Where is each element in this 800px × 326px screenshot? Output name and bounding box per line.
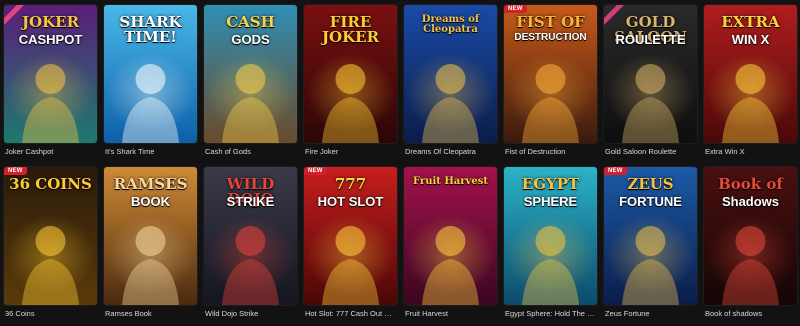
character-figure [435, 226, 466, 256]
character-figure [235, 64, 266, 94]
game-tile[interactable]: Fruit Harvest Fruit Harvest [404, 167, 497, 326]
new-badge: NEW [304, 167, 327, 175]
game-artwork [104, 5, 197, 143]
game-artwork [304, 167, 397, 305]
game-thumbnail[interactable]: Fruit Harvest [404, 167, 497, 305]
character-figure [635, 226, 666, 256]
game-tile[interactable]: SHARK TIME! It's Shark Time [104, 5, 197, 164]
character-figure [335, 226, 366, 256]
game-tile[interactable]: WILD DOJO STRIKE Wild Dojo Strike [204, 167, 297, 326]
game-artwork [304, 5, 397, 143]
game-thumbnail[interactable]: GOLD SALOON ROULETTE [604, 5, 697, 143]
character-figure [735, 64, 766, 94]
game-artwork [404, 5, 497, 143]
game-title[interactable]: 36 Coins [5, 309, 97, 319]
character-figure [135, 226, 166, 256]
game-title[interactable]: Extra Win X [705, 147, 797, 157]
game-tile[interactable]: FIST OF DESTRUCTION NEW Fist of Destruction [504, 5, 597, 164]
character-figure [535, 226, 566, 256]
game-tile[interactable]: CASH GODS Cash of Gods [204, 5, 297, 164]
character-figure [35, 64, 66, 94]
character-figure [735, 226, 766, 256]
game-title[interactable]: Egypt Sphere: Hold The Spin [505, 309, 597, 319]
game-title[interactable]: Hot Slot: 777 Cash Out Grand Spin [305, 309, 397, 319]
game-thumbnail[interactable]: JOKER CASHPOT [4, 5, 97, 143]
game-thumbnail[interactable]: 777 HOT SLOT NEW [304, 167, 397, 305]
character-figure [635, 64, 666, 94]
game-title[interactable]: Book of shadows [705, 309, 797, 319]
game-tile[interactable]: RAMSES BOOK Ramses Book [104, 167, 197, 326]
game-tile[interactable]: GOLD SALOON ROULETTE Gold Saloon Roulette [604, 5, 697, 164]
new-badge: NEW [4, 167, 27, 175]
game-thumbnail[interactable]: FIRE JOKER [304, 5, 397, 143]
game-tile[interactable]: EXTRA WIN X Extra Win X [704, 5, 797, 164]
game-thumbnail[interactable]: WILD DOJO STRIKE [204, 167, 297, 305]
game-title[interactable]: Fire Joker [305, 147, 397, 157]
game-artwork [404, 167, 497, 305]
game-artwork [4, 5, 97, 143]
game-thumbnail[interactable]: EXTRA WIN X [704, 5, 797, 143]
game-thumbnail[interactable]: CASH GODS [204, 5, 297, 143]
game-artwork [604, 5, 697, 143]
game-title[interactable]: Zeus Fortune [605, 309, 697, 319]
character-figure [335, 64, 366, 94]
game-title[interactable]: Fist of Destruction [505, 147, 597, 157]
game-title[interactable]: Dreams Of Cleopatra [405, 147, 497, 157]
game-title[interactable]: Fruit Harvest [405, 309, 497, 319]
game-artwork [104, 167, 197, 305]
game-thumbnail[interactable]: EGYPT SPHERE [504, 167, 597, 305]
game-artwork [604, 167, 697, 305]
game-artwork [204, 5, 297, 143]
game-title[interactable]: Gold Saloon Roulette [605, 147, 697, 157]
game-thumbnail[interactable]: ZEUS FORTUNE NEW [604, 167, 697, 305]
game-tile[interactable]: Dreams of Cleopatra Dreams Of Cleopatra [404, 5, 497, 164]
character-figure [235, 226, 266, 256]
game-thumbnail[interactable]: 36 COINS NEW [4, 167, 97, 305]
game-tile[interactable]: 36 COINS NEW 36 Coins [4, 167, 97, 326]
game-thumbnail[interactable]: FIST OF DESTRUCTION NEW [504, 5, 597, 143]
character-figure [35, 226, 66, 256]
game-title[interactable]: Ramses Book [105, 309, 197, 319]
game-artwork [4, 167, 97, 305]
game-tile[interactable]: ZEUS FORTUNE NEW Zeus Fortune [604, 167, 697, 326]
game-thumbnail[interactable]: SHARK TIME! [104, 5, 197, 143]
game-artwork [704, 167, 797, 305]
game-title[interactable]: Cash of Gods [205, 147, 297, 157]
game-artwork [504, 167, 597, 305]
game-tile[interactable]: EGYPT SPHERE Egypt Sphere: Hold The Spin [504, 167, 597, 326]
game-artwork [504, 5, 597, 143]
new-badge: NEW [604, 167, 627, 175]
game-artwork [204, 167, 297, 305]
character-figure [435, 64, 466, 94]
new-badge: NEW [504, 5, 527, 13]
game-thumbnail[interactable]: Dreams of Cleopatra [404, 5, 497, 143]
games-grid: JOKER CASHPOT Joker Cashpot SHARK TIME! It's… [4, 5, 797, 326]
game-tile[interactable]: 777 HOT SLOT NEW Hot Slot: 777 Cash Out Gra… [304, 167, 397, 326]
character-figure [535, 64, 566, 94]
game-tile[interactable]: FIRE JOKER Fire Joker [304, 5, 397, 164]
game-tile[interactable]: Book of Shadows Book of shadows [704, 167, 797, 326]
game-artwork [704, 5, 797, 143]
character-figure [135, 64, 166, 94]
game-thumbnail[interactable]: Book of Shadows [704, 167, 797, 305]
game-title[interactable]: Joker Cashpot [5, 147, 97, 157]
game-title[interactable]: Wild Dojo Strike [205, 309, 297, 319]
game-tile[interactable]: JOKER CASHPOT Joker Cashpot [4, 5, 97, 164]
game-title[interactable]: It's Shark Time [105, 147, 197, 157]
game-thumbnail[interactable]: RAMSES BOOK [104, 167, 197, 305]
